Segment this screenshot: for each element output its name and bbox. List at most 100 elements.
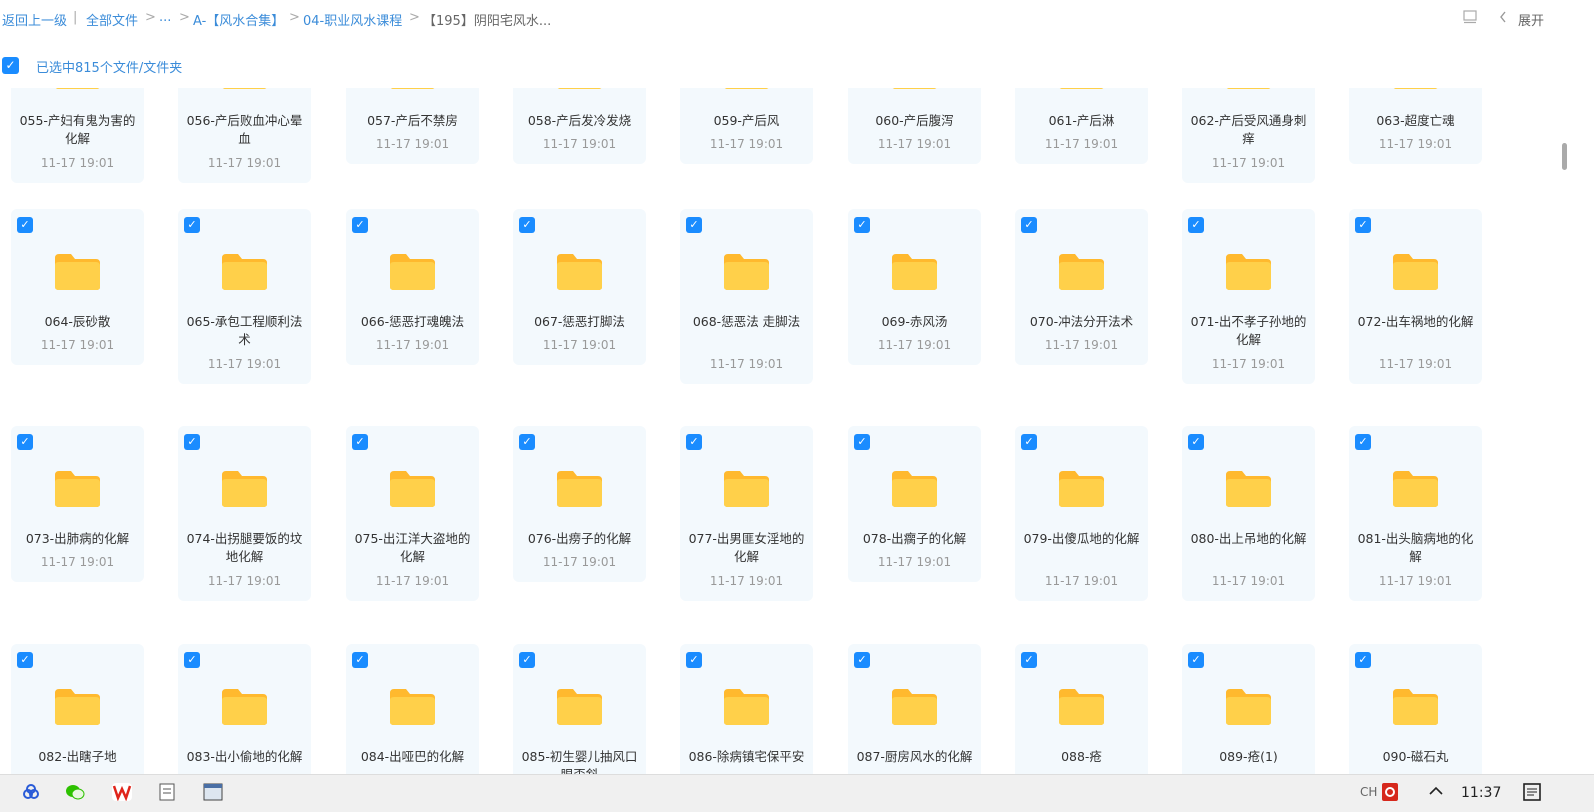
file-checkbox[interactable]: ✓ xyxy=(352,434,368,450)
file-item[interactable]: ✓ 066-惩恶打魂魄法 11-17 19:01 xyxy=(346,209,479,365)
file-checkbox[interactable]: ✓ xyxy=(1021,652,1037,668)
file-name: 066-惩恶打魂魄法 xyxy=(360,314,465,329)
file-item[interactable]: ✓060-产后腹泻11-17 19:01 xyxy=(848,88,981,164)
file-item[interactable]: ✓ 080-出上吊地的化解 11-17 19:01 xyxy=(1182,426,1315,601)
file-item[interactable]: ✓ 078-出瘸子的化解 11-17 19:01 xyxy=(848,426,981,582)
chevron-left-icon[interactable] xyxy=(1499,10,1507,28)
folder-icon xyxy=(555,88,604,91)
file-item[interactable]: ✓057-产后不禁房11-17 19:01 xyxy=(346,88,479,164)
file-checkbox[interactable]: ✓ xyxy=(184,652,200,668)
file-item[interactable]: ✓ 076-出痨子的化解 11-17 19:01 xyxy=(513,426,646,582)
file-name: 090-磁石丸 xyxy=(1382,749,1449,764)
file-checkbox[interactable]: ✓ xyxy=(1021,434,1037,450)
wps-icon[interactable] xyxy=(112,783,132,805)
file-checkbox[interactable]: ✓ xyxy=(184,217,200,233)
file-checkbox[interactable]: ✓ xyxy=(1188,434,1204,450)
folder-icon xyxy=(890,88,939,91)
file-item[interactable]: ✓ 071-出不孝子孙地的化解 11-17 19:01 xyxy=(1182,209,1315,384)
file-checkbox[interactable]: ✓ xyxy=(519,217,535,233)
file-item[interactable]: ✓ 070-冲法分开法术 11-17 19:01 xyxy=(1015,209,1148,365)
file-checkbox[interactable]: ✓ xyxy=(1188,217,1204,233)
breadcrumb-item-fengshui[interactable]: A-【风水合集】 xyxy=(193,10,284,29)
file-name: 059-产后风 xyxy=(713,113,780,128)
file-checkbox[interactable]: ✓ xyxy=(519,434,535,450)
file-item[interactable]: ✓ 079-出傻瓜地的化解 11-17 19:01 xyxy=(1015,426,1148,601)
lang-indicator[interactable]: CH xyxy=(1360,785,1377,799)
breadcrumb-sep: > xyxy=(179,10,190,25)
file-item[interactable]: ✓ 087-厨房风水的化解 xyxy=(848,644,981,774)
file-date: 11-17 19:01 xyxy=(877,137,952,151)
file-item[interactable]: ✓063-超度亡魂11-17 19:01 xyxy=(1349,88,1482,164)
selection-bar: ✓ 已选中815个文件/文件夹 xyxy=(0,54,400,78)
folder-icon xyxy=(388,88,437,91)
file-item[interactable]: ✓ 084-出哑巴的化解 xyxy=(346,644,479,774)
file-name: 062-产后受风通身刺痒 xyxy=(1190,113,1307,146)
file-item[interactable]: ✓058-产后发冷发烧11-17 19:01 xyxy=(513,88,646,164)
file-checkbox[interactable]: ✓ xyxy=(17,434,33,450)
wechat-icon[interactable] xyxy=(65,783,85,805)
file-checkbox[interactable]: ✓ xyxy=(1355,434,1371,450)
file-checkbox[interactable]: ✓ xyxy=(686,434,702,450)
file-item[interactable]: ✓ 086-除病镇宅保平安 xyxy=(680,644,813,774)
file-item[interactable]: ✓ 064-辰砂散 11-17 19:01 xyxy=(11,209,144,365)
file-item[interactable]: ✓ 067-惩恶打脚法 11-17 19:01 xyxy=(513,209,646,365)
window-app-icon[interactable] xyxy=(203,783,223,805)
file-checkbox[interactable]: ✓ xyxy=(17,652,33,668)
file-name: 074-出拐腿要饭的坟地化解 xyxy=(186,531,303,564)
notification-icon[interactable] xyxy=(1522,783,1542,805)
file-checkbox[interactable]: ✓ xyxy=(1355,652,1371,668)
file-item[interactable]: ✓ 077-出男匪女淫地的化解 11-17 19:01 xyxy=(680,426,813,601)
file-item[interactable]: ✓ 089-疮(1) xyxy=(1182,644,1315,774)
layout-icon[interactable] xyxy=(1463,10,1477,28)
file-checkbox[interactable]: ✓ xyxy=(854,652,870,668)
file-checkbox[interactable]: ✓ xyxy=(519,652,535,668)
file-item[interactable]: ✓ 083-出小偷地的化解 xyxy=(178,644,311,774)
file-checkbox[interactable]: ✓ xyxy=(1021,217,1037,233)
file-name: 086-除病镇宅保平安 xyxy=(688,749,805,764)
chevron-up-icon[interactable] xyxy=(1428,783,1444,802)
file-item[interactable]: ✓ 075-出江洋大盗地的化解 11-17 19:01 xyxy=(346,426,479,601)
file-checkbox[interactable]: ✓ xyxy=(184,434,200,450)
file-checkbox[interactable]: ✓ xyxy=(854,434,870,450)
file-item[interactable]: ✓ 081-出头脑病地的化解 11-17 19:01 xyxy=(1349,426,1482,601)
file-item[interactable]: ✓ 090-磁石丸 xyxy=(1349,644,1482,774)
file-item[interactable]: ✓ 074-出拐腿要饭的坟地化解 11-17 19:01 xyxy=(178,426,311,601)
file-name: 076-出痨子的化解 xyxy=(527,531,632,546)
app-icon-1[interactable] xyxy=(22,783,40,805)
file-item[interactable]: ✓ 082-出瞎子地 xyxy=(11,644,144,774)
file-item[interactable]: ✓061-产后淋11-17 19:01 xyxy=(1015,88,1148,164)
back-link[interactable]: 返回上一级 xyxy=(2,10,67,29)
select-all-checkbox[interactable]: ✓ xyxy=(2,57,19,74)
file-checkbox[interactable]: ✓ xyxy=(686,652,702,668)
file-item[interactable]: ✓ 085-初生婴儿抽风口眼歪斜 xyxy=(513,644,646,774)
breadcrumb-item-all-files[interactable]: 全部文件 xyxy=(86,10,138,29)
file-item[interactable]: ✓ 068-惩恶法 走脚法 11-17 19:01 xyxy=(680,209,813,384)
file-item[interactable]: ✓056-产后败血冲心晕血11-17 19:01 xyxy=(178,88,311,183)
expand-button[interactable]: 展开 xyxy=(1518,10,1544,29)
file-item[interactable]: ✓055-产妇有鬼为害的化解11-17 19:01 xyxy=(11,88,144,183)
file-item[interactable]: ✓ 069-赤风汤 11-17 19:01 xyxy=(848,209,981,365)
file-item[interactable]: ✓ 088-疮 xyxy=(1015,644,1148,774)
file-item[interactable]: ✓ 072-出车祸地的化解 11-17 19:01 xyxy=(1349,209,1482,384)
file-checkbox[interactable]: ✓ xyxy=(352,217,368,233)
file-checkbox[interactable]: ✓ xyxy=(854,217,870,233)
folder-icon xyxy=(1391,252,1440,292)
file-item[interactable]: ✓ 065-承包工程顺利法术 11-17 19:01 xyxy=(178,209,311,384)
file-checkbox[interactable]: ✓ xyxy=(1355,217,1371,233)
file-checkbox[interactable]: ✓ xyxy=(352,652,368,668)
folder-icon xyxy=(53,252,102,292)
breadcrumb-item-course[interactable]: 04-职业风水课程 xyxy=(303,10,402,29)
notepad-icon[interactable] xyxy=(158,783,176,805)
file-checkbox[interactable]: ✓ xyxy=(1188,652,1204,668)
folder-icon xyxy=(890,687,939,727)
file-checkbox[interactable]: ✓ xyxy=(17,217,33,233)
file-item[interactable]: ✓ 073-出肺病的化解 11-17 19:01 xyxy=(11,426,144,582)
antivirus-icon[interactable] xyxy=(1380,783,1400,805)
file-item[interactable]: ✓059-产后风11-17 19:01 xyxy=(680,88,813,164)
file-date: 11-17 19:01 xyxy=(1211,156,1286,170)
file-checkbox[interactable]: ✓ xyxy=(686,217,702,233)
breadcrumb-item-ellipsis[interactable]: ... xyxy=(159,10,171,25)
scrollbar[interactable] xyxy=(1562,143,1567,170)
file-name: 083-出小偷地的化解 xyxy=(186,749,303,764)
file-item[interactable]: ✓062-产后受风通身刺痒11-17 19:01 xyxy=(1182,88,1315,183)
